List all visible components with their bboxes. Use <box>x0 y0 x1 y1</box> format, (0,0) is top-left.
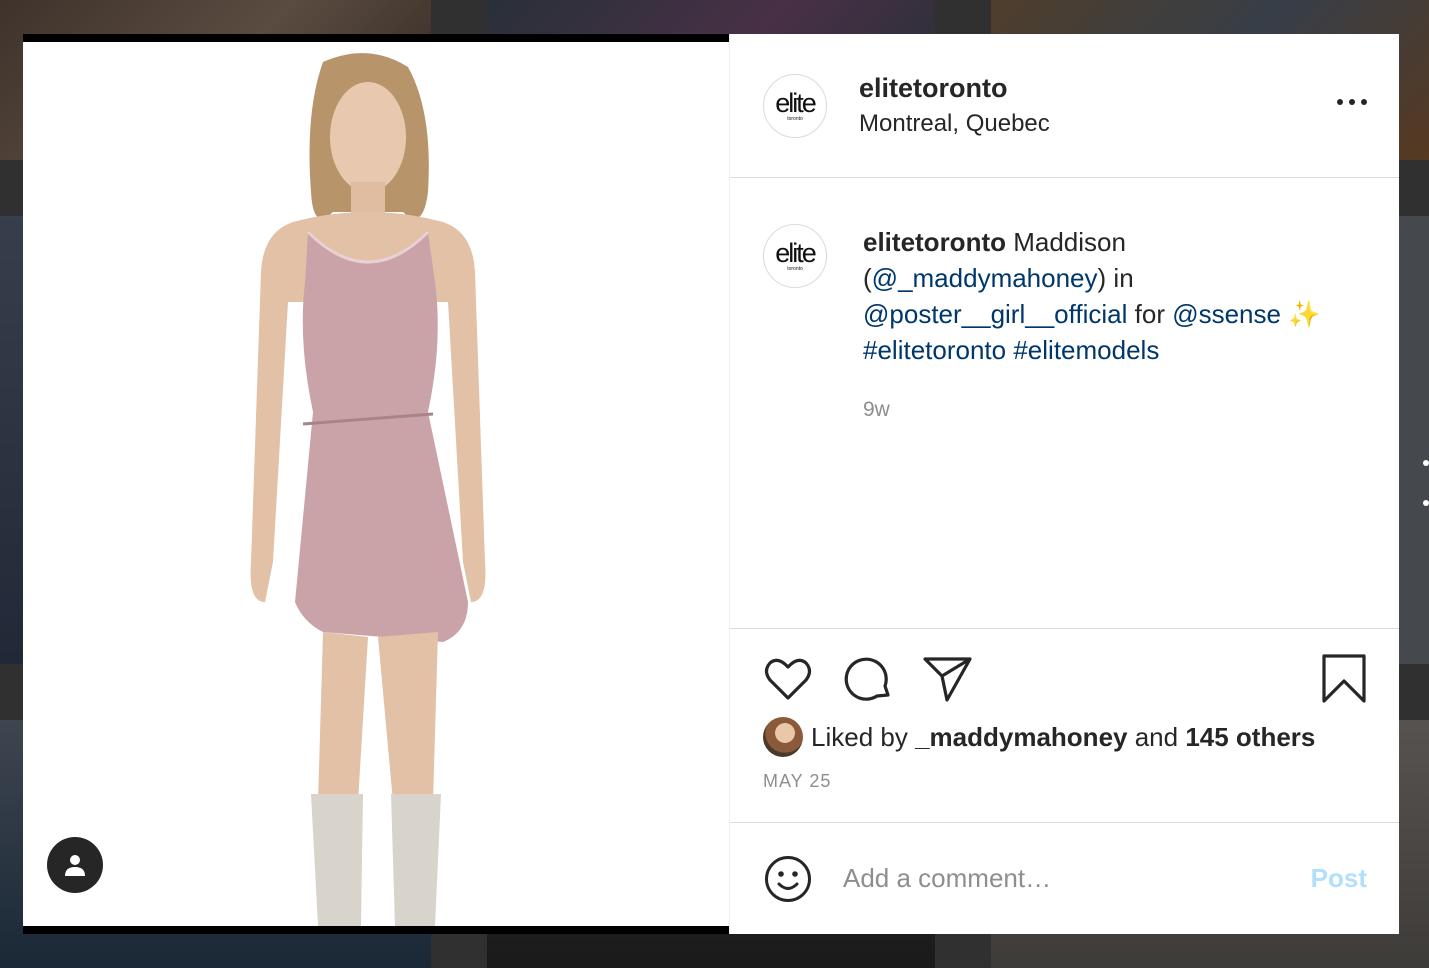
post-modal: elite toronto elitetoronto Montreal, Que… <box>23 34 1399 934</box>
bookmark-icon <box>1322 654 1366 703</box>
caption-mention[interactable]: @_maddymahoney <box>872 263 1098 293</box>
post-photo[interactable] <box>23 42 729 926</box>
caption-time: 9w <box>863 398 890 421</box>
account-avatar[interactable]: elite toronto <box>763 73 827 138</box>
paper-plane-icon <box>923 657 972 702</box>
caption-mention[interactable]: @poster__girl__official <box>863 299 1127 329</box>
post-sidebar: elite toronto elitetoronto Montreal, Que… <box>729 34 1399 934</box>
likes-text: Liked by _maddymahoney and 145 others <box>811 722 1315 753</box>
likes-prefix: Liked by <box>811 721 916 752</box>
post-comment-button[interactable]: Post <box>1311 863 1367 894</box>
logo-word: elite <box>775 87 817 118</box>
logo-word: elite <box>775 238 817 268</box>
add-comment-bar: Post <box>730 823 1399 934</box>
smiley-icon <box>765 855 811 902</box>
post-header: elite toronto elitetoronto Montreal, Que… <box>730 34 1399 178</box>
comments-section: elite toronto elitetoronto Maddison (@_m… <box>730 178 1399 629</box>
caption-text-part: ) in <box>1097 263 1134 293</box>
caption-mention[interactable]: @ssense <box>1172 299 1281 329</box>
caption-text-part: for <box>1127 299 1173 329</box>
save-button[interactable] <box>1319 654 1369 704</box>
caption-hashtag[interactable]: #elitetoronto <box>863 335 1006 365</box>
post-date[interactable]: MAY 25 <box>763 771 831 792</box>
caption-text: elitetoronto Maddison (@_maddymahoney) i… <box>863 224 1367 368</box>
comment-input[interactable] <box>843 863 1311 894</box>
share-button[interactable] <box>923 654 973 704</box>
comment-button[interactable] <box>843 654 893 704</box>
actions-section: Liked by _maddymahoney and 145 others MA… <box>730 629 1399 823</box>
comment-icon <box>844 657 890 701</box>
post-username[interactable]: elitetoronto <box>859 71 1050 105</box>
liker-username[interactable]: _maddymahoney <box>915 722 1127 752</box>
sparkle-emoji: ✨ <box>1280 299 1321 329</box>
likes-others[interactable]: 145 others <box>1185 722 1315 752</box>
likes-and: and <box>1127 721 1186 752</box>
post-media <box>23 34 729 934</box>
caption-body: elitetoronto Maddison (@_maddymahoney) i… <box>863 224 1367 422</box>
action-icons <box>763 653 1369 705</box>
header-text: elitetoronto Montreal, Quebec <box>859 71 1050 141</box>
caption-username[interactable]: elitetoronto <box>863 227 1006 257</box>
logo-sub: toronto <box>787 266 803 272</box>
caption-avatar[interactable]: elite toronto <box>763 224 827 288</box>
user-tag-button[interactable] <box>47 837 103 893</box>
more-options-icon[interactable] <box>1337 96 1367 108</box>
person-icon <box>65 855 85 876</box>
model-photo <box>250 53 486 926</box>
likes-summary[interactable]: Liked by _maddymahoney and 145 others <box>763 717 1315 757</box>
heart-icon <box>764 658 812 700</box>
like-button[interactable] <box>763 654 813 704</box>
logo-sub: toronto <box>787 115 803 122</box>
caption-hashtag[interactable]: #elitemodels <box>1013 335 1159 365</box>
post-location[interactable]: Montreal, Quebec <box>859 107 1050 141</box>
liker-avatar[interactable] <box>763 717 803 757</box>
carousel-indicator <box>1421 460 1429 510</box>
emoji-button[interactable] <box>763 854 813 904</box>
caption: elite toronto elitetoronto Maddison (@_m… <box>763 224 1367 422</box>
